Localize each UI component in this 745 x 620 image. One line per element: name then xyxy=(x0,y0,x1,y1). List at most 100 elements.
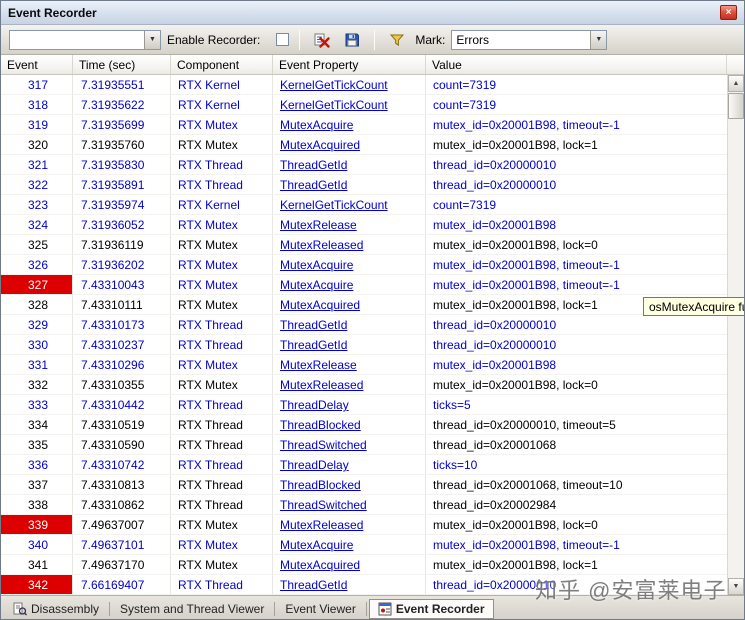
table-row[interactable]: 320 7.31935760 RTX Mutex MutexAcquired m… xyxy=(1,135,727,155)
mark-label: Mark: xyxy=(415,32,446,47)
table-row[interactable]: 318 7.31935622 RTX Kernel KernelGetTickC… xyxy=(1,95,727,115)
cell-value: thread_id=0x20002984 xyxy=(433,498,557,512)
event-property-link[interactable]: MutexReleased xyxy=(280,518,363,532)
table-row[interactable]: 328 7.43310111 RTX Mutex MutexAcquired m… xyxy=(1,295,727,315)
event-property-link[interactable]: ThreadSwitched xyxy=(280,498,367,512)
tab-system-and-thread-viewer[interactable]: System and Thread Viewer xyxy=(112,599,272,619)
table-row[interactable]: 334 7.43310519 RTX Thread ThreadBlocked … xyxy=(1,415,727,435)
event-property-link[interactable]: ThreadDelay xyxy=(280,398,349,412)
window-title: Event Recorder xyxy=(8,5,97,20)
table-row[interactable]: 336 7.43310742 RTX Thread ThreadDelay ti… xyxy=(1,455,727,475)
cell-time: 7.43310355 xyxy=(73,375,171,394)
recorder-filter-combo[interactable]: ▼ xyxy=(9,29,161,50)
table-row[interactable]: 326 7.31936202 RTX Mutex MutexAcquire mu… xyxy=(1,255,727,275)
table-row[interactable]: 331 7.43310296 RTX Mutex MutexRelease mu… xyxy=(1,355,727,375)
table-row[interactable]: 324 7.31936052 RTX Mutex MutexRelease mu… xyxy=(1,215,727,235)
recorder-filter-combo-value[interactable] xyxy=(10,31,144,49)
table-row[interactable]: 342 7.66169407 RTX Thread ThreadGetId th… xyxy=(1,575,727,595)
table-row[interactable]: 339 7.49637007 RTX Mutex MutexReleased m… xyxy=(1,515,727,535)
cell-time: 7.31935891 xyxy=(73,175,171,194)
chevron-down-icon[interactable]: ▼ xyxy=(590,30,607,49)
event-property-link[interactable]: MutexAcquired xyxy=(280,138,360,152)
mark-combo[interactable]: Errors ▼ xyxy=(451,29,608,50)
tab-disassembly[interactable]: Disassembly xyxy=(5,599,107,619)
scroll-up-icon[interactable]: ▲ xyxy=(728,75,744,92)
chevron-down-icon[interactable]: ▼ xyxy=(144,30,160,49)
event-property-link[interactable]: ThreadGetId xyxy=(280,318,347,332)
cell-component: RTX Mutex xyxy=(171,535,273,554)
table-row[interactable]: 341 7.49637170 RTX Mutex MutexAcquired m… xyxy=(1,555,727,575)
event-property-link[interactable]: ThreadBlocked xyxy=(280,418,361,432)
event-property-link[interactable]: MutexRelease xyxy=(280,358,357,372)
vertical-scrollbar[interactable]: ▲ ▼ xyxy=(727,75,744,595)
table-row[interactable]: 323 7.31935974 RTX Kernel KernelGetTickC… xyxy=(1,195,727,215)
event-property-link[interactable]: MutexAcquire xyxy=(280,118,353,132)
event-property-link[interactable]: MutexAcquire xyxy=(280,538,353,552)
table-row[interactable]: 322 7.31935891 RTX Thread ThreadGetId th… xyxy=(1,175,727,195)
table-row[interactable]: 337 7.43310813 RTX Thread ThreadBlocked … xyxy=(1,475,727,495)
table-row[interactable]: 319 7.31935699 RTX Mutex MutexAcquire mu… xyxy=(1,115,727,135)
cell-value: mutex_id=0x20001B98, lock=0 xyxy=(433,518,598,532)
table-row[interactable]: 325 7.31936119 RTX Mutex MutexReleased m… xyxy=(1,235,727,255)
table-row[interactable]: 321 7.31935830 RTX Thread ThreadGetId th… xyxy=(1,155,727,175)
cell-time: 7.43310111 xyxy=(73,295,171,314)
table-row[interactable]: 335 7.43310590 RTX Thread ThreadSwitched… xyxy=(1,435,727,455)
scrollbar-track[interactable] xyxy=(728,92,744,578)
close-icon[interactable]: × xyxy=(720,5,737,20)
cell-time: 7.31936119 xyxy=(73,235,171,254)
event-property-link[interactable]: ThreadSwitched xyxy=(280,438,367,452)
event-property-link[interactable]: ThreadGetId xyxy=(280,338,347,352)
event-property-link[interactable]: ThreadGetId xyxy=(280,578,347,592)
event-property-link[interactable]: MutexAcquire xyxy=(280,258,353,272)
cell-value: thread_id=0x20000010 xyxy=(433,318,557,332)
cell-value: mutex_id=0x20001B98, lock=1 xyxy=(433,138,598,152)
table-row[interactable]: 330 7.43310237 RTX Thread ThreadGetId th… xyxy=(1,335,727,355)
enable-recorder-checkbox[interactable] xyxy=(276,33,290,46)
save-record-icon[interactable] xyxy=(340,29,364,51)
tab-event-viewer[interactable]: Event Viewer xyxy=(277,599,363,619)
table-row[interactable]: 317 7.31935551 RTX Kernel KernelGetTickC… xyxy=(1,75,727,95)
table-row[interactable]: 329 7.43310173 RTX Thread ThreadGetId th… xyxy=(1,315,727,335)
table-row[interactable]: 333 7.43310442 RTX Thread ThreadDelay ti… xyxy=(1,395,727,415)
cell-value: ticks=5 xyxy=(433,398,471,412)
event-property-link[interactable]: MutexAcquire xyxy=(280,278,353,292)
scroll-down-icon[interactable]: ▼ xyxy=(728,578,744,595)
event-property-link[interactable]: MutexRelease xyxy=(280,218,357,232)
cell-value: count=7319 xyxy=(433,198,497,212)
cell-component: RTX Thread xyxy=(171,575,273,594)
column-header-event[interactable]: Event xyxy=(1,55,73,74)
event-property-link[interactable]: MutexReleased xyxy=(280,238,363,252)
titlebar[interactable]: Event Recorder × xyxy=(1,1,744,25)
event-property-link[interactable]: MutexAcquired xyxy=(280,558,360,572)
event-property-link[interactable]: KernelGetTickCount xyxy=(280,198,388,212)
event-property-link[interactable]: ThreadBlocked xyxy=(280,478,361,492)
event-property-link[interactable]: KernelGetTickCount xyxy=(280,98,388,112)
tab-separator xyxy=(274,601,276,616)
mark-combo-value[interactable]: Errors xyxy=(452,31,590,49)
clear-recorder-icon[interactable] xyxy=(310,29,334,51)
column-header-value[interactable]: Value xyxy=(426,55,727,74)
cell-event-number: 324 xyxy=(1,215,73,234)
table-row[interactable]: 340 7.49637101 RTX Mutex MutexAcquire mu… xyxy=(1,535,727,555)
table-row[interactable]: 332 7.43310355 RTX Mutex MutexReleased m… xyxy=(1,375,727,395)
column-header-event-property[interactable]: Event Property xyxy=(273,55,426,74)
event-property-link[interactable]: ThreadGetId xyxy=(280,178,347,192)
cell-event-number: 331 xyxy=(1,355,73,374)
cell-event-property: MutexRelease xyxy=(273,355,426,374)
tab-event-recorder[interactable]: Event Recorder xyxy=(368,598,494,619)
table-row[interactable]: 327 7.43310043 RTX Mutex MutexAcquire mu… xyxy=(1,275,727,295)
event-property-link[interactable]: MutexReleased xyxy=(280,378,363,392)
table-row[interactable]: 338 7.43310862 RTX Thread ThreadSwitched… xyxy=(1,495,727,515)
event-property-link[interactable]: ThreadDelay xyxy=(280,458,349,472)
filter-funnel-icon[interactable] xyxy=(385,29,409,51)
event-property-link[interactable]: KernelGetTickCount xyxy=(280,78,388,92)
event-property-link[interactable]: MutexAcquired xyxy=(280,298,360,312)
column-header-component[interactable]: Component xyxy=(171,55,273,74)
cell-component: RTX Thread xyxy=(171,155,273,174)
cell-value: thread_id=0x20000010 xyxy=(433,578,557,592)
event-property-link[interactable]: ThreadGetId xyxy=(280,158,347,172)
column-header-time[interactable]: Time (sec) xyxy=(73,55,171,74)
cell-event-number: 340 xyxy=(1,535,73,554)
cell-event-property: KernelGetTickCount xyxy=(273,95,426,114)
scrollbar-thumb[interactable] xyxy=(728,93,744,119)
